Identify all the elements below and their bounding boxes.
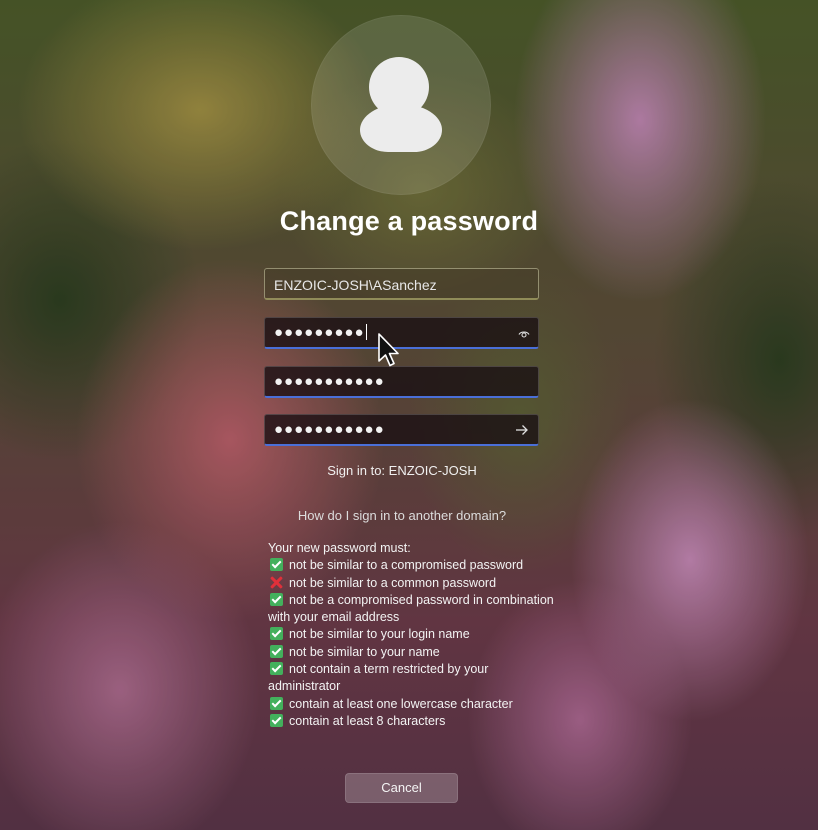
cancel-button[interactable]: Cancel — [345, 773, 458, 803]
requirement-item: not contain a term restricted by your ad… — [268, 662, 489, 694]
username-value: ENZOIC-JOSH\ASanchez — [274, 277, 437, 293]
requirement-item: not be similar to your name — [268, 644, 558, 661]
avatar-body — [360, 104, 442, 152]
user-avatar — [311, 15, 491, 195]
check-icon — [270, 627, 283, 641]
requirements-heading: Your new password must: — [268, 541, 411, 555]
cross-icon — [270, 576, 283, 589]
requirement-item: contain at least 8 characters — [268, 713, 558, 730]
submit-button[interactable] — [512, 420, 532, 440]
username-field[interactable]: ENZOIC-JOSH\ASanchez — [264, 268, 539, 300]
text-caret — [365, 324, 367, 340]
password-requirements: Your new password must: not be similar t… — [268, 540, 558, 730]
check-icon — [270, 662, 283, 676]
requirement-item: not be a compromised password in combina… — [268, 592, 554, 625]
other-domain-link[interactable]: How do I sign in to another domain? — [0, 508, 804, 523]
new-password-value: ●●●●●●●●●●● — [274, 373, 385, 390]
old-password-value: ●●●●●●●●● — [274, 324, 367, 341]
old-password-field[interactable]: ●●●●●●●●● — [264, 317, 539, 349]
requirement-item: not be similar to a compromised password — [268, 557, 558, 574]
confirm-password-field[interactable]: ●●●●●●●●●●● — [264, 414, 539, 446]
check-icon — [270, 592, 283, 606]
arrow-right-icon — [516, 425, 528, 435]
requirement-item: contain at least one lowercase character — [268, 696, 558, 713]
eye-icon[interactable] — [518, 327, 530, 339]
check-icon — [270, 696, 283, 710]
check-icon — [270, 713, 283, 727]
new-password-field[interactable]: ●●●●●●●●●●● — [264, 366, 539, 398]
requirement-item: not be similar to your login name — [268, 626, 558, 643]
requirement-item: not be similar to a common password — [268, 575, 558, 592]
sign-in-target: Sign in to: ENZOIC-JOSH — [327, 463, 477, 478]
check-icon — [270, 644, 283, 658]
confirm-password-value: ●●●●●●●●●●● — [274, 421, 385, 438]
mouse-pointer-icon — [378, 333, 399, 367]
check-icon — [270, 558, 283, 572]
page-title: Change a password — [279, 206, 539, 236]
